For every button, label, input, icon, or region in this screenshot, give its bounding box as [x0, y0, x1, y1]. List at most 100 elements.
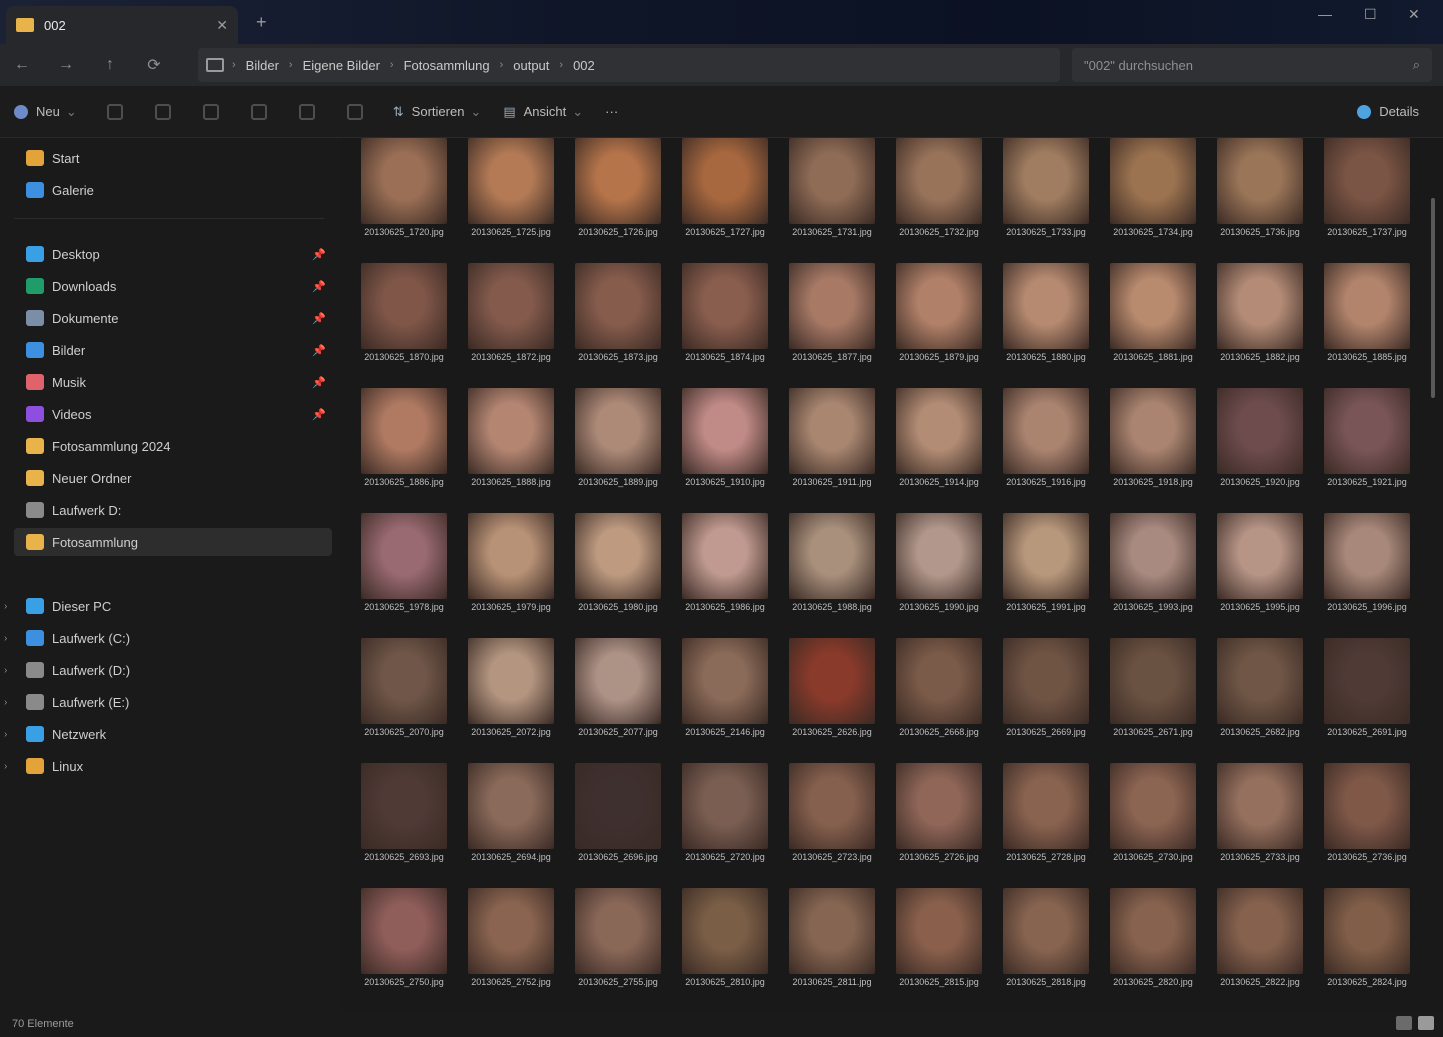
file-item[interactable]: 20130625_2070.jpg: [352, 638, 456, 760]
file-item[interactable]: 20130625_1920.jpg: [1208, 388, 1312, 510]
file-item[interactable]: 20130625_1921.jpg: [1315, 388, 1419, 510]
breadcrumb-item[interactable]: 002: [563, 58, 605, 73]
sidebar-item-network[interactable]: › Netzwerk: [4, 720, 332, 748]
breadcrumb-item[interactable]: Eigene Bilder: [293, 58, 390, 73]
file-item[interactable]: 20130625_2730.jpg: [1101, 763, 1205, 885]
file-item[interactable]: 20130625_1879.jpg: [887, 263, 991, 385]
file-item[interactable]: 20130625_2669.jpg: [994, 638, 1098, 760]
forward-button[interactable]: →: [44, 56, 88, 74]
file-item[interactable]: 20130625_1726.jpg: [566, 138, 670, 260]
sidebar-item-start[interactable]: Start: [14, 144, 332, 172]
back-button[interactable]: ←: [0, 56, 44, 74]
close-window-button[interactable]: ✕: [1408, 6, 1420, 23]
file-item[interactable]: 20130625_1988.jpg: [780, 513, 884, 635]
file-item[interactable]: 20130625_2733.jpg: [1208, 763, 1312, 885]
cut-icon[interactable]: [106, 103, 123, 120]
sidebar-item-folder[interactable]: Fotosammlung 2024: [14, 432, 332, 460]
file-item[interactable]: 20130625_2077.jpg: [566, 638, 670, 760]
breadcrumb-item[interactable]: output: [503, 58, 559, 73]
file-item[interactable]: 20130625_2723.jpg: [780, 763, 884, 885]
file-item[interactable]: 20130625_2626.jpg: [780, 638, 884, 760]
file-item[interactable]: 20130625_1914.jpg: [887, 388, 991, 510]
sidebar-item-folder-selected[interactable]: Fotosammlung: [14, 528, 332, 556]
tiles-view-icon[interactable]: [1418, 1016, 1434, 1030]
file-item[interactable]: 20130625_2696.jpg: [566, 763, 670, 885]
file-item[interactable]: 20130625_1995.jpg: [1208, 513, 1312, 635]
sort-button[interactable]: ⇅ Sortieren ⌄: [393, 104, 482, 120]
file-item[interactable]: 20130625_2815.jpg: [887, 888, 991, 1010]
file-item[interactable]: 20130625_1885.jpg: [1315, 263, 1419, 385]
file-item[interactable]: 20130625_1888.jpg: [459, 388, 563, 510]
sidebar-item-drive-e[interactable]: › Laufwerk (E:): [4, 688, 332, 716]
file-item[interactable]: 20130625_1886.jpg: [352, 388, 456, 510]
close-tab-icon[interactable]: ✕: [216, 17, 228, 34]
file-item[interactable]: 20130625_2691.jpg: [1315, 638, 1419, 760]
refresh-button[interactable]: ⟳: [132, 55, 176, 75]
view-button[interactable]: ▤ Ansicht ⌄: [503, 104, 583, 120]
sidebar-item-this-pc[interactable]: › Dieser PC: [4, 592, 332, 620]
file-item[interactable]: 20130625_1980.jpg: [566, 513, 670, 635]
up-button[interactable]: ↑: [88, 56, 132, 74]
file-item[interactable]: 20130625_1873.jpg: [566, 263, 670, 385]
sidebar-item-music[interactable]: Musik 📌: [14, 368, 332, 396]
new-button[interactable]: Neu ⌄: [14, 104, 77, 120]
file-item[interactable]: 20130625_1978.jpg: [352, 513, 456, 635]
file-item[interactable]: 20130625_1910.jpg: [673, 388, 777, 510]
sidebar-item-desktop[interactable]: Desktop 📌: [14, 240, 332, 268]
chevron-right-icon[interactable]: ›: [4, 761, 7, 772]
sidebar-item-folder[interactable]: Neuer Ordner: [14, 464, 332, 492]
file-item[interactable]: 20130625_1916.jpg: [994, 388, 1098, 510]
file-item[interactable]: 20130625_1872.jpg: [459, 263, 563, 385]
details-view-icon[interactable]: [1396, 1016, 1412, 1030]
file-item[interactable]: 20130625_2720.jpg: [673, 763, 777, 885]
file-item[interactable]: 20130625_2693.jpg: [352, 763, 456, 885]
file-item[interactable]: 20130625_2818.jpg: [994, 888, 1098, 1010]
file-item[interactable]: 20130625_1877.jpg: [780, 263, 884, 385]
breadcrumb-item[interactable]: Fotosammlung: [394, 58, 500, 73]
file-item[interactable]: 20130625_1732.jpg: [887, 138, 991, 260]
file-item[interactable]: 20130625_1882.jpg: [1208, 263, 1312, 385]
chevron-right-icon[interactable]: ›: [4, 665, 7, 676]
file-item[interactable]: 20130625_1889.jpg: [566, 388, 670, 510]
new-tab-button[interactable]: +: [256, 12, 267, 33]
file-item[interactable]: 20130625_1870.jpg: [352, 263, 456, 385]
file-item[interactable]: 20130625_1993.jpg: [1101, 513, 1205, 635]
chevron-right-icon[interactable]: ›: [4, 697, 7, 708]
file-item[interactable]: 20130625_2755.jpg: [566, 888, 670, 1010]
details-button[interactable]: Details: [1357, 104, 1419, 119]
file-item[interactable]: 20130625_2726.jpg: [887, 763, 991, 885]
maximize-button[interactable]: ☐: [1364, 6, 1377, 23]
sidebar-item-pictures[interactable]: Bilder 📌: [14, 336, 332, 364]
sidebar-item-documents[interactable]: Dokumente 📌: [14, 304, 332, 332]
file-item[interactable]: 20130625_1986.jpg: [673, 513, 777, 635]
file-item[interactable]: 20130625_1996.jpg: [1315, 513, 1419, 635]
file-item[interactable]: 20130625_2668.jpg: [887, 638, 991, 760]
rename-icon[interactable]: [250, 103, 267, 120]
chevron-right-icon[interactable]: ›: [4, 633, 7, 644]
file-item[interactable]: 20130625_1979.jpg: [459, 513, 563, 635]
tab-current-folder[interactable]: 002 ✕: [6, 6, 238, 44]
sidebar-item-downloads[interactable]: Downloads 📌: [14, 272, 332, 300]
file-item[interactable]: 20130625_1734.jpg: [1101, 138, 1205, 260]
file-item[interactable]: 20130625_2810.jpg: [673, 888, 777, 1010]
file-item[interactable]: 20130625_2824.jpg: [1315, 888, 1419, 1010]
file-item[interactable]: 20130625_2820.jpg: [1101, 888, 1205, 1010]
file-item[interactable]: 20130625_2671.jpg: [1101, 638, 1205, 760]
minimize-button[interactable]: —: [1318, 6, 1332, 22]
sidebar-item-gallery[interactable]: Galerie: [14, 176, 332, 204]
file-item[interactable]: 20130625_1991.jpg: [994, 513, 1098, 635]
chevron-right-icon[interactable]: ›: [4, 601, 7, 612]
copy-icon[interactable]: [154, 103, 171, 120]
file-item[interactable]: 20130625_1990.jpg: [887, 513, 991, 635]
share-icon[interactable]: [298, 103, 315, 120]
chevron-right-icon[interactable]: ›: [4, 729, 7, 740]
file-item[interactable]: 20130625_1880.jpg: [994, 263, 1098, 385]
file-item[interactable]: 20130625_1727.jpg: [673, 138, 777, 260]
sidebar-item-drive-c[interactable]: › Laufwerk (C:): [4, 624, 332, 652]
sidebar-item-drive-d[interactable]: › Laufwerk (D:): [4, 656, 332, 684]
file-item[interactable]: 20130625_1725.jpg: [459, 138, 563, 260]
vertical-scrollbar[interactable]: [1431, 198, 1435, 398]
file-item[interactable]: 20130625_1737.jpg: [1315, 138, 1419, 260]
file-item[interactable]: 20130625_2694.jpg: [459, 763, 563, 885]
file-item[interactable]: 20130625_1918.jpg: [1101, 388, 1205, 510]
